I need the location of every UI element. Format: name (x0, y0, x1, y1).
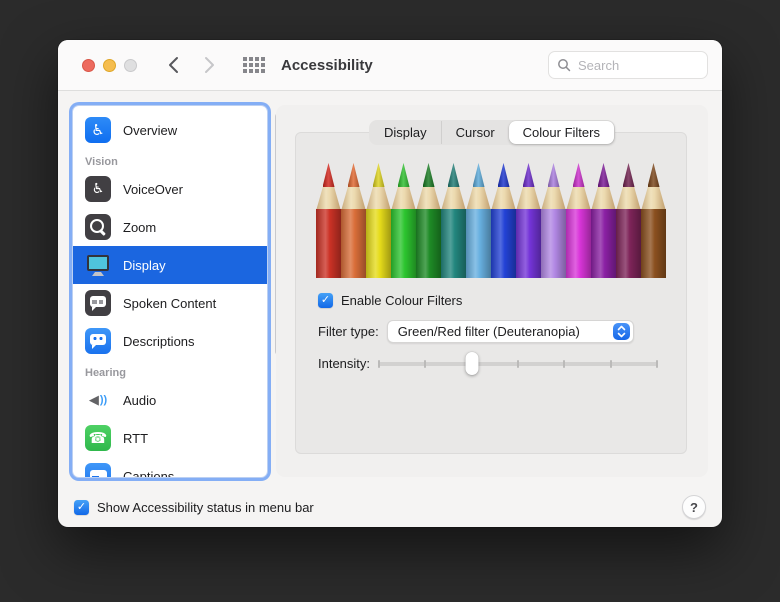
sidebar-item-overview[interactable]: Overview (73, 111, 267, 149)
sidebar-item-zoom[interactable]: Zoom (73, 208, 267, 246)
overview-icon (85, 117, 111, 143)
pencil (541, 163, 566, 278)
pencil (391, 163, 416, 278)
view-tabs: Display Cursor Colour Filters (369, 120, 615, 145)
pencil (466, 163, 491, 278)
sidebar-item-label: Audio (123, 393, 156, 408)
pencil (441, 163, 466, 278)
dropdown-stepper-icon (613, 323, 630, 340)
pencil (491, 163, 516, 278)
pencil (341, 163, 366, 278)
sidebar-item-audio[interactable]: Audio (73, 381, 267, 419)
sidebar-section-header: Hearing (73, 360, 267, 381)
pencil (566, 163, 591, 278)
intensity-slider[interactable] (378, 352, 658, 375)
show-accessibility-status-label: Show Accessibility status in menu bar (97, 500, 314, 515)
pencil (416, 163, 441, 278)
search-icon (557, 58, 571, 72)
sidebar-item-display[interactable]: Display (73, 246, 267, 284)
intensity-label: Intensity: (318, 356, 370, 371)
page-title: Accessibility (281, 57, 373, 74)
display-icon (85, 252, 111, 278)
voiceover-icon (85, 176, 111, 202)
descriptions-icon (85, 328, 111, 354)
back-button[interactable] (167, 56, 179, 74)
show-accessibility-status-checkbox[interactable]: ✓ (74, 500, 89, 515)
tab-content-groupbox: ✓ Enable Colour Filters Filter type: Gre… (295, 132, 687, 454)
enable-colour-filters-label: Enable Colour Filters (341, 293, 462, 308)
sidebar-item-label: Spoken Content (123, 296, 216, 311)
sidebar-item-descriptions[interactable]: Descriptions (73, 322, 267, 360)
search-input[interactable] (576, 57, 699, 74)
sidebar-item-label: Descriptions (123, 334, 195, 349)
forward-button[interactable] (203, 56, 215, 74)
help-button[interactable]: ? (682, 495, 706, 519)
sidebar-item-label: Overview (123, 123, 177, 138)
sidebar-item-spoken-content[interactable]: Spoken Content (73, 284, 267, 322)
tab-display[interactable]: Display (370, 121, 441, 144)
tab-colour-filters[interactable]: Colour Filters (509, 121, 614, 144)
zoom-window-button (124, 59, 137, 72)
content-area: Overview Vision VoiceOver Zoom (58, 91, 722, 487)
settings-panel: ✓ Enable Colour Filters Filter type: Gre… (276, 105, 708, 477)
sidebar-item-label: Zoom (123, 220, 156, 235)
sidebar-item-captions[interactable]: Captions (73, 457, 267, 478)
intensity-slider-thumb[interactable] (465, 352, 478, 375)
coloured-pencils-image (316, 163, 666, 278)
sidebar-section-header: Vision (73, 149, 267, 170)
footer-bar: ✓ Show Accessibility status in menu bar … (58, 487, 722, 527)
filter-type-value: Green/Red filter (Deuteranopia) (398, 324, 613, 339)
show-all-preferences-icon[interactable] (243, 57, 265, 73)
captions-icon (85, 463, 111, 478)
close-window-button[interactable] (82, 59, 95, 72)
audio-icon (85, 387, 111, 413)
rtt-icon (85, 425, 111, 451)
pencil (316, 163, 341, 278)
filter-type-label: Filter type: (318, 324, 379, 339)
zoom-icon (85, 214, 111, 240)
pencil (641, 163, 666, 278)
filter-type-dropdown[interactable]: Green/Red filter (Deuteranopia) (387, 320, 634, 343)
sidebar-item-rtt[interactable]: RTT (73, 419, 267, 457)
pencil (591, 163, 616, 278)
tab-cursor[interactable]: Cursor (441, 121, 509, 144)
title-bar: Accessibility (58, 40, 722, 91)
sidebar-item-label: RTT (123, 431, 148, 446)
spoken-content-icon (85, 290, 111, 316)
sidebar-item-voiceover[interactable]: VoiceOver (73, 170, 267, 208)
sidebar-item-label: VoiceOver (123, 182, 183, 197)
enable-colour-filters-checkbox[interactable]: ✓ (318, 293, 333, 308)
accessibility-window: Accessibility Overview Vision (58, 40, 722, 527)
sidebar-item-label: Captions (123, 469, 174, 479)
minimize-window-button[interactable] (103, 59, 116, 72)
pencil (616, 163, 641, 278)
traffic-lights (82, 59, 137, 72)
pencil (516, 163, 541, 278)
search-field[interactable] (548, 51, 708, 79)
sidebar-item-label: Display (123, 258, 166, 273)
pencil (366, 163, 391, 278)
sidebar: Overview Vision VoiceOver Zoom (72, 105, 268, 478)
